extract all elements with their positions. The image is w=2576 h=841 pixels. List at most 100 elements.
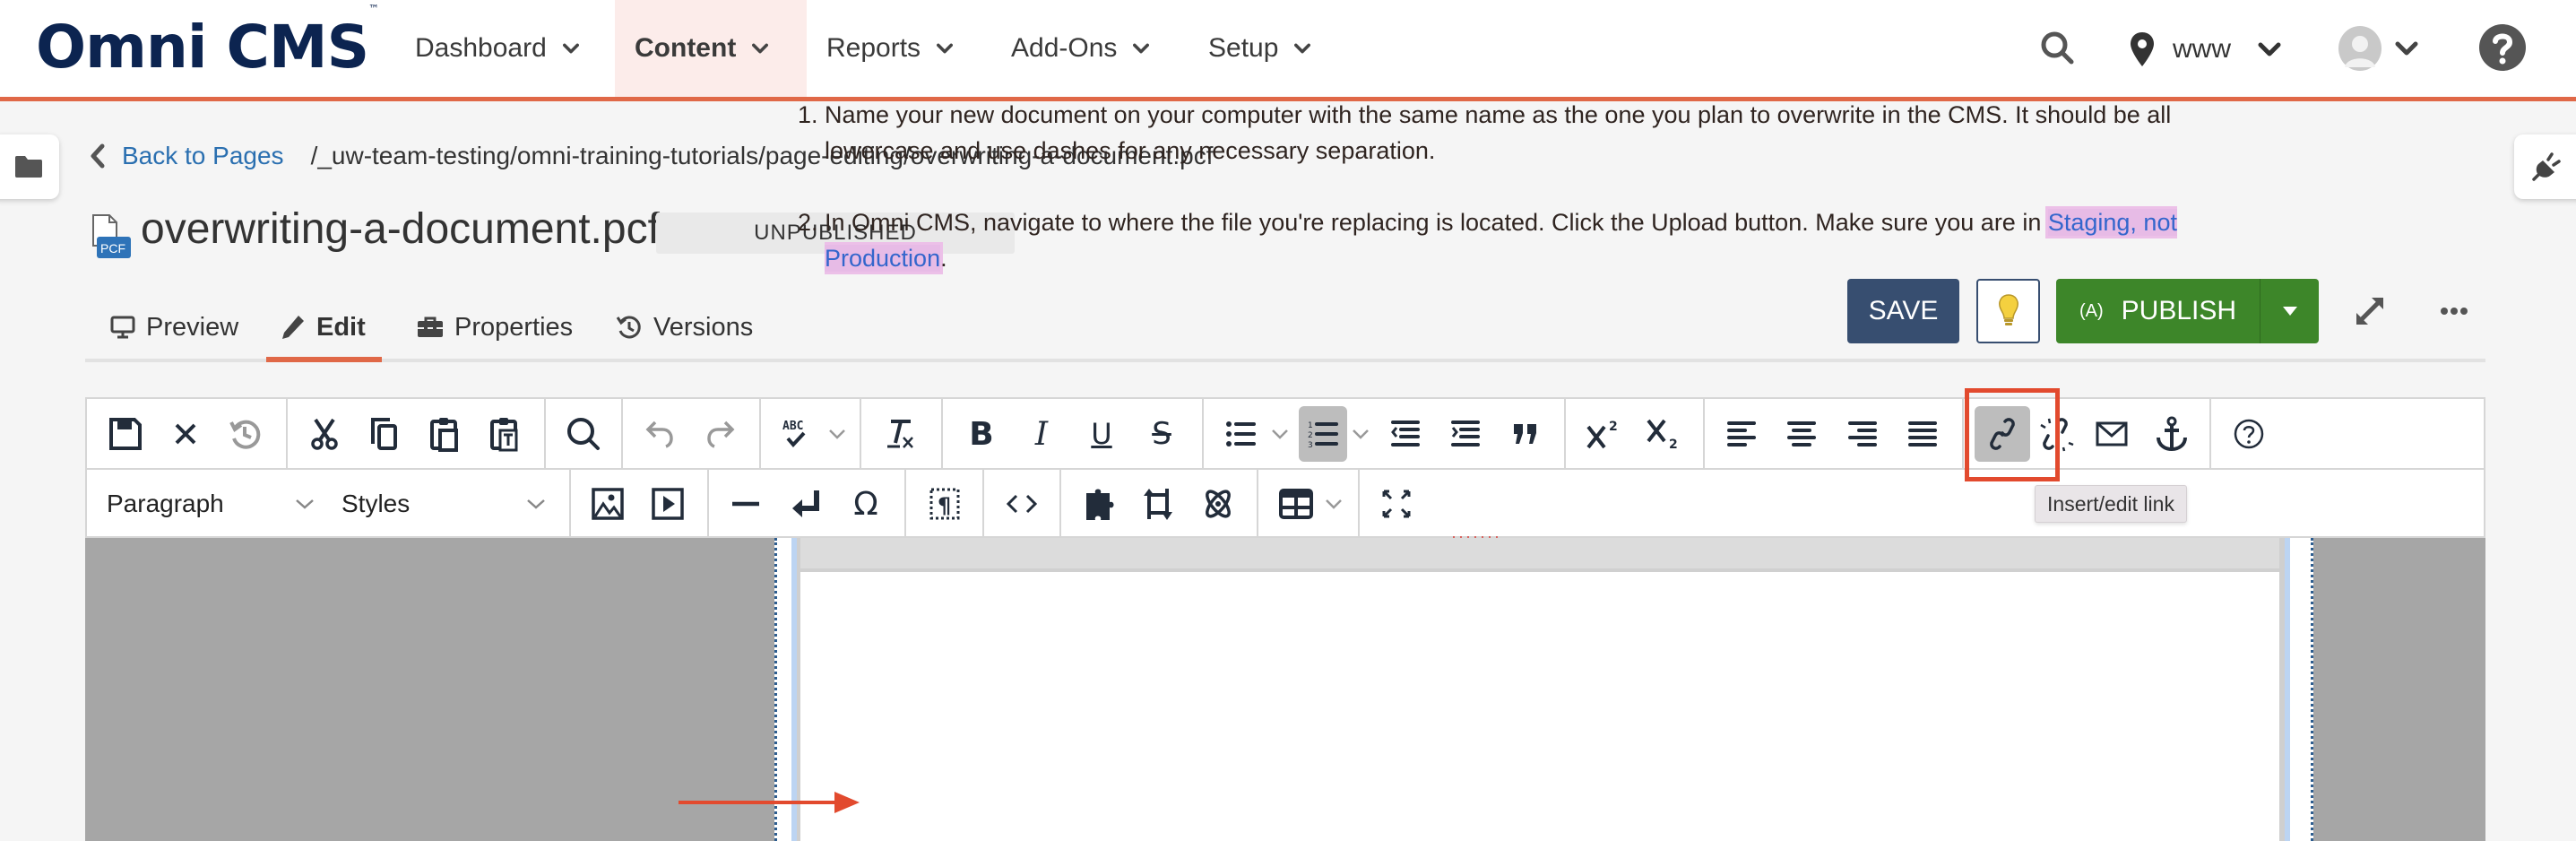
indent-button[interactable] (1438, 406, 1493, 462)
insert-image-button[interactable] (580, 476, 635, 532)
cancel-toolbar-button[interactable] (158, 406, 213, 462)
special-character-button[interactable]: Ω (838, 476, 894, 532)
fullscreen-button[interactable] (2350, 291, 2390, 331)
editor-fullscreen-button[interactable] (1369, 476, 1424, 532)
paste-button[interactable] (417, 406, 472, 462)
chevron-down-icon (829, 429, 845, 439)
redo-button[interactable] (693, 406, 748, 462)
tab-properties[interactable]: Properties (417, 296, 573, 359)
align-right-button[interactable] (1835, 406, 1890, 462)
source-code-button[interactable] (994, 476, 1050, 532)
styles-select[interactable]: Styles (341, 469, 557, 538)
insert-media-button[interactable] (640, 476, 696, 532)
line-break-button[interactable] (778, 476, 834, 532)
undo-button[interactable] (632, 406, 687, 462)
list-item[interactable]: In Omni CMS, navigate to where the file … (825, 204, 2178, 276)
search-icon (2041, 31, 2074, 65)
chevron-left-icon (91, 143, 105, 169)
align-center-button[interactable] (1774, 406, 1829, 462)
bullet-list-button[interactable] (1213, 406, 1268, 462)
insert-anchor-button[interactable] (2144, 406, 2200, 462)
styles-value: Styles (341, 489, 411, 517)
video-icon (652, 488, 684, 520)
superscript-button[interactable]: 2 (1576, 406, 1631, 462)
strikethrough-button[interactable]: S (1134, 406, 1189, 462)
copy-button[interactable] (357, 406, 412, 462)
justify-button[interactable] (1895, 406, 1950, 462)
history-icon (229, 420, 261, 449)
underline-button[interactable]: U (1074, 406, 1129, 462)
logo-text: Omni CMS (36, 13, 369, 82)
block-format-value: Paragraph (107, 489, 224, 517)
caret-down-icon (2282, 307, 2297, 316)
tooltip: Insert/edit link (2035, 485, 2187, 523)
search-button[interactable] (2038, 29, 2078, 68)
file-browser-panel-toggle[interactable] (0, 134, 59, 199)
spellcheck-dropdown[interactable] (824, 406, 851, 462)
spellcheck-button[interactable]: ABC (768, 406, 824, 462)
ellipsis-icon (2441, 308, 2468, 315)
image-icon (592, 488, 624, 520)
tab-versions[interactable]: Versions (616, 296, 753, 359)
page-boundary-right (2311, 538, 2313, 841)
map-marker-icon (2131, 32, 2154, 66)
user-menu[interactable] (2338, 25, 2418, 72)
list-item[interactable]: Name your new document on your computer … (825, 97, 2178, 169)
nav-content[interactable]: Content (615, 0, 807, 97)
insert-component-button[interactable] (1071, 476, 1127, 532)
omni-cms-logo[interactable]: Omni CMS™ (36, 3, 379, 82)
nav-add-ons-label: Add-Ons (1011, 33, 1118, 63)
cut-button[interactable] (297, 406, 352, 462)
subscript-button[interactable]: 2 (1636, 406, 1691, 462)
nav-reports[interactable]: Reports (807, 0, 972, 97)
puzzle-piece-icon (1086, 489, 1114, 520)
blockquote-button[interactable] (1498, 406, 1553, 462)
bold-button[interactable]: B (954, 406, 1009, 462)
numbered-list-icon: 123 (1308, 421, 1338, 449)
list-item-text: In Omni CMS, navigate to where the file … (825, 209, 2048, 236)
insert-table-button[interactable] (1268, 476, 1324, 532)
help-button[interactable] (2478, 23, 2527, 72)
paste-as-text-button[interactable] (477, 406, 532, 462)
insert-snippet-button[interactable] (1130, 476, 1186, 532)
outdent-button[interactable] (1378, 406, 1433, 462)
help-toolbar-button[interactable] (2221, 406, 2277, 462)
svg-text:¶: ¶ (938, 493, 951, 518)
chevron-down-icon (296, 499, 314, 509)
editor-content[interactable]: Name your new document on your computer … (780, 97, 2178, 312)
revert-toolbar-button[interactable] (217, 406, 272, 462)
bold-icon: B (969, 415, 994, 453)
strikethrough-icon: S (1152, 416, 1171, 452)
nav-dashboard[interactable]: Dashboard (395, 0, 599, 97)
back-to-pages-link[interactable]: Back to Pages (122, 142, 284, 170)
gadgets-panel-toggle[interactable] (2514, 134, 2576, 199)
block-format-select[interactable]: Paragraph (107, 469, 318, 538)
folder-icon (15, 156, 42, 178)
table-dropdown[interactable] (1320, 476, 1347, 532)
numbered-list-button[interactable]: 123 (1299, 406, 1347, 462)
tab-preview[interactable]: Preview (110, 296, 238, 359)
nav-add-ons[interactable]: Add-Ons (991, 0, 1169, 97)
insert-email-button[interactable] (2084, 406, 2139, 462)
site-selector[interactable]: www (2130, 27, 2281, 72)
show-blocks-button[interactable]: ¶ (917, 476, 972, 532)
publish-options-dropdown[interactable] (2260, 279, 2319, 343)
editor-canvas: ······· (85, 527, 2485, 841)
tab-edit[interactable]: Edit (266, 296, 382, 362)
numbered-list-dropdown[interactable] (1347, 406, 1374, 462)
table-icon (1279, 489, 1313, 519)
nav-setup[interactable]: Setup (1189, 0, 1330, 97)
horizontal-rule-button[interactable] (718, 476, 774, 532)
save-toolbar-button[interactable] (98, 406, 153, 462)
italic-button[interactable]: I (1014, 406, 1069, 462)
bullet-list-dropdown[interactable] (1266, 406, 1293, 462)
align-left-button[interactable] (1714, 406, 1769, 462)
svg-text:2: 2 (1609, 420, 1618, 434)
insert-asset-button[interactable] (1190, 476, 1246, 532)
floppy-disk-icon (109, 418, 142, 450)
bullet-list-icon (1226, 421, 1256, 447)
more-options-button[interactable] (2434, 291, 2474, 331)
clear-formatting-button[interactable] (872, 406, 928, 462)
scissors-icon (311, 418, 338, 450)
find-replace-button[interactable] (556, 406, 611, 462)
